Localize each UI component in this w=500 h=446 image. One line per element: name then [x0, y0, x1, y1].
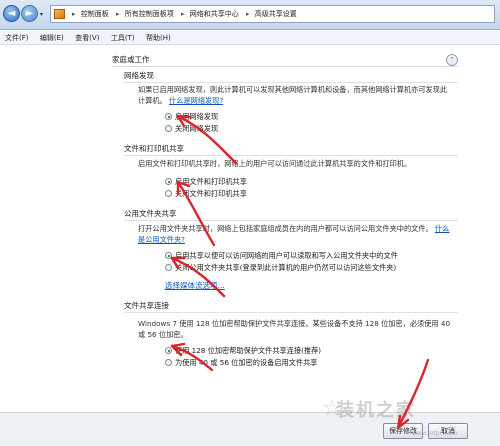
breadcrumb-sep-icon: ▸ — [115, 10, 120, 18]
network-discovery-desc: 如果已启用网络发现，则此计算机可以发现其他网络计算机和设备，而其他网络计算机亦可… — [138, 85, 454, 106]
option-enable-file-printer[interactable]: 启用文件和打印机共享 — [165, 177, 247, 187]
public-folder-desc: 打开公用文件夹共享时，网络上包括家庭组成员在内的用户都可以访问公用文件夹中的文件… — [138, 224, 454, 245]
watermark-url: www.lotpc.com — [412, 430, 458, 437]
option-128bit[interactable]: 使用 128 位加密帮助保护文件共享连接(推荐) — [165, 346, 321, 356]
divider — [112, 66, 458, 67]
option-label: 为使用 40 或 56 位加密的设备启用文件共享 — [175, 358, 318, 367]
connection-title: 文件共享连接 — [124, 301, 169, 310]
what-is-network-discovery-link[interactable]: 什么是网络发现? — [169, 96, 223, 105]
option-label: 使用 128 位加密帮助保护文件共享连接(推荐) — [175, 346, 322, 355]
option-40-56bit[interactable]: 为使用 40 或 56 位加密的设备启用文件共享 — [165, 358, 317, 368]
menu-edit[interactable]: 编辑(E) — [35, 31, 68, 43]
breadcrumb-sep-icon: ▸ — [72, 10, 76, 18]
option-label: 关闭网络发现 — [175, 124, 219, 133]
option-label: 关闭文件和打印机共享 — [175, 189, 247, 198]
divider — [124, 155, 458, 156]
breadcrumb[interactable]: ▸ 控制面板 ▸ 所有控制面板项 ▸ 网络和共享中心 ▸ 高级共享设置 — [50, 5, 495, 23]
menu-file[interactable]: 文件(F) — [0, 31, 33, 43]
history-dropdown-icon[interactable]: ▾ — [40, 11, 43, 18]
radio-selected-icon[interactable] — [165, 178, 172, 185]
radio-selected-icon[interactable] — [165, 347, 172, 354]
back-button[interactable]: ◄ — [3, 5, 20, 22]
control-panel-icon — [54, 9, 65, 19]
public-folder-text: 打开公用文件夹共享时，网络上包括家庭组成员在内的用户都可以访问公用文件夹中的文件… — [138, 224, 433, 233]
radio-icon[interactable] — [165, 125, 172, 132]
menu-tools[interactable]: 工具(T) — [106, 31, 139, 43]
radio-selected-icon[interactable] — [165, 113, 172, 120]
divider — [124, 312, 458, 313]
divider — [124, 82, 458, 83]
radio-selected-icon[interactable] — [165, 252, 172, 259]
profile-title: 家庭或工作 — [112, 55, 150, 64]
breadcrumb-sep-icon: ▸ — [245, 10, 250, 18]
option-disable-file-printer[interactable]: 关闭文件和打印机共享 — [165, 189, 247, 199]
radio-icon[interactable] — [165, 190, 172, 197]
breadcrumb-sep-icon: ▸ — [180, 10, 185, 18]
breadcrumb-advanced-sharing[interactable]: 高级共享设置 — [255, 10, 297, 18]
option-label: 启用网络发现 — [175, 112, 219, 121]
breadcrumb-all-items[interactable]: 所有控制面板项 — [125, 10, 174, 18]
radio-icon[interactable] — [165, 264, 172, 271]
menu-help[interactable]: 帮助(H) — [141, 31, 175, 43]
option-enable-discovery[interactable]: 启用网络发现 — [165, 112, 218, 122]
menu-view[interactable]: 查看(V) — [70, 31, 103, 43]
button-bar: 保存修改 取消 — [0, 412, 500, 446]
file-printer-desc: 启用文件和打印机共享时，网络上的用户可以访问通过此计算机共享的文件和打印机。 — [138, 159, 412, 168]
file-printer-title: 文件和打印机共享 — [124, 144, 184, 153]
connection-desc: Windows 7 使用 128 位加密帮助保护文件共享连接。某些设备不支持 1… — [138, 319, 451, 339]
breadcrumb-control-panel[interactable]: 控制面板 — [81, 10, 109, 18]
option-label: 关闭公用文件夹共享(登录到此计算机的用户仍然可以访问这些文件夹) — [175, 263, 397, 272]
network-discovery-title: 网络发现 — [124, 71, 154, 80]
breadcrumb-network-center[interactable]: 网络和共享中心 — [190, 10, 239, 18]
forward-button[interactable]: ► — [21, 5, 38, 22]
media-streaming-link[interactable]: 选择媒体流选项... — [165, 280, 225, 291]
watermark-text: 装机之家 — [336, 400, 416, 421]
radio-icon[interactable] — [165, 359, 172, 366]
public-folder-title: 公用文件夹共享 — [124, 209, 177, 218]
divider — [124, 220, 458, 221]
option-enable-public-sharing[interactable]: 启用共享以便可以访问网络的用户可以读取和写入公用文件夹中的文件 — [165, 251, 398, 261]
option-disable-discovery[interactable]: 关闭网络发现 — [165, 124, 218, 134]
address-bar: ◄ ► ▾ ▸ 控制面板 ▸ 所有控制面板项 ▸ 网络和共享中心 ▸ 高级共享设… — [0, 0, 500, 30]
settings-panel: 家庭或工作 ⌃ 网络发现 如果已启用网络发现，则此计算机可以发现其他网络计算机和… — [0, 46, 500, 412]
option-disable-public-sharing[interactable]: 关闭公用文件夹共享(登录到此计算机的用户仍然可以访问这些文件夹) — [165, 263, 396, 273]
menu-bar: 文件(F) 编辑(E) 查看(V) 工具(T) 帮助(H) — [0, 31, 500, 45]
option-label: 启用共享以便可以访问网络的用户可以读取和写入公用文件夹中的文件 — [175, 251, 398, 260]
collapse-icon[interactable]: ⌃ — [446, 54, 458, 66]
option-label: 启用文件和打印机共享 — [175, 177, 247, 186]
